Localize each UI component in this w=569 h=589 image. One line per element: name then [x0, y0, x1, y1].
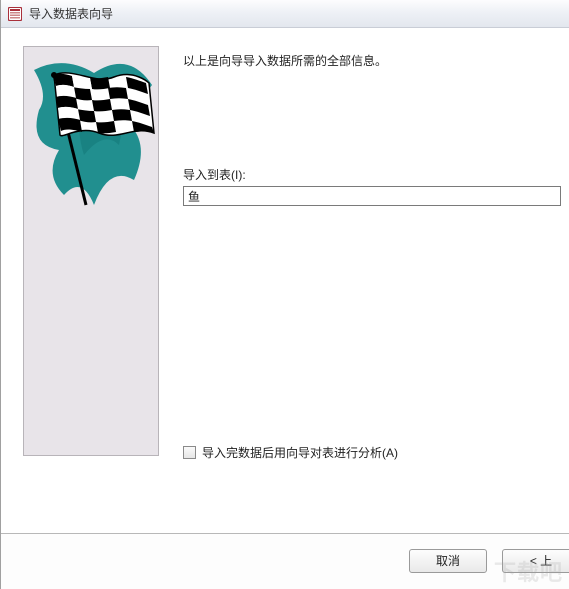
access-icon [7, 6, 23, 22]
dialog-window: 导入数据表向导 [0, 0, 569, 589]
button-bar: 取消 < 上 [1, 533, 569, 589]
import-to-label: 导入到表(I): [183, 166, 246, 183]
intro-text: 以上是向导导入数据所需的全部信息。 [183, 52, 387, 69]
analyze-checkbox-label: 导入完数据后用向导对表进行分析(A) [202, 444, 398, 461]
checkered-flag-icon [24, 55, 158, 215]
analyze-checkbox[interactable] [183, 446, 196, 459]
analyze-checkbox-row[interactable]: 导入完数据后用向导对表进行分析(A) [183, 444, 398, 461]
dialog-title: 导入数据表向导 [29, 5, 113, 22]
client-area: 以上是向导导入数据所需的全部信息。 导入到表(I): 导入完数据后用向导对表进行… [1, 28, 569, 589]
import-to-input[interactable] [183, 186, 561, 206]
titlebar: 导入数据表向导 [1, 0, 569, 28]
content-area: 以上是向导导入数据所需的全部信息。 导入到表(I): 导入完数据后用向导对表进行… [1, 28, 569, 534]
cancel-button[interactable]: 取消 [409, 549, 487, 573]
back-button[interactable]: < 上 [502, 549, 569, 573]
wizard-image-panel [23, 46, 159, 456]
